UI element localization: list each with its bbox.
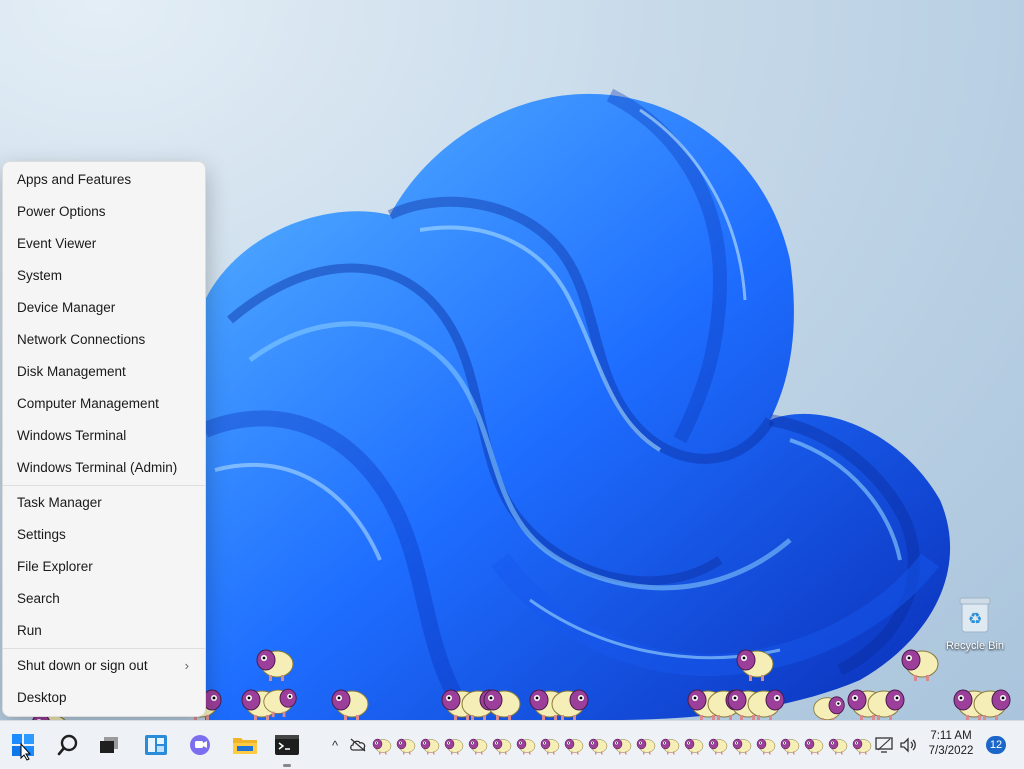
display-tray-button[interactable] (873, 734, 895, 756)
tray-sheep-icon[interactable] (612, 735, 632, 755)
tray-sheep-icon[interactable] (540, 735, 560, 755)
notification-count-badge[interactable]: 12 (986, 736, 1006, 754)
sheep-sprite-icon (900, 642, 940, 687)
menu-item-shut-down-or-sign-out[interactable]: Shut down or sign out › (3, 651, 205, 681)
menu-item-windows-terminal[interactable]: Windows Terminal (3, 421, 205, 451)
tray-sheep-icon[interactable] (732, 735, 752, 755)
monitor-icon (875, 737, 893, 753)
menu-item-run[interactable]: Run (3, 616, 205, 646)
sheep-sprite-icon (262, 682, 298, 720)
menu-item-apps-and-features[interactable]: Apps and Features (3, 165, 205, 195)
sheep-sprite-icon (550, 682, 590, 720)
tray-sheep-icon[interactable] (588, 735, 608, 755)
tray-sheep-icon[interactable] (420, 735, 440, 755)
search-icon (57, 734, 78, 756)
recycle-bin-icon: ♻ (959, 597, 991, 633)
clock-time: 7:11 AM (930, 730, 972, 742)
menu-item-event-viewer[interactable]: Event Viewer (3, 229, 205, 259)
tray-sheep-icon[interactable] (444, 735, 464, 755)
onedrive-tray-button[interactable] (347, 734, 369, 756)
terminal-button[interactable] (267, 721, 307, 769)
tray-sheep-icon[interactable] (804, 735, 824, 755)
task-view-icon (100, 737, 118, 753)
tray-sheep-icon[interactable] (780, 735, 800, 755)
volume-tray-button[interactable] (897, 734, 919, 756)
tray-sheep-icon[interactable] (636, 735, 656, 755)
widgets-button[interactable] (136, 721, 176, 769)
menu-item-task-manager[interactable]: Task Manager (3, 488, 205, 518)
sheep-sprite-icon (746, 682, 786, 720)
menu-divider (3, 648, 205, 649)
tray-sheep-icon[interactable] (852, 735, 872, 755)
tray-sheep-icon[interactable] (828, 735, 848, 755)
mouse-cursor-icon (20, 743, 32, 761)
menu-item-label: Shut down or sign out (17, 658, 148, 673)
sheep-sprite-icon (812, 690, 846, 720)
task-view-button[interactable] (89, 721, 129, 769)
menu-item-device-manager[interactable]: Device Manager (3, 293, 205, 323)
menu-item-file-explorer[interactable]: File Explorer (3, 552, 205, 582)
sheep-sprite-icon (482, 682, 522, 720)
menu-item-computer-management[interactable]: Computer Management (3, 389, 205, 419)
active-app-indicator (283, 764, 291, 767)
menu-item-desktop[interactable]: Desktop (3, 683, 205, 713)
sheep-sprite-icon (255, 642, 295, 687)
chevron-right-icon: › (184, 658, 189, 673)
menu-item-network-connections[interactable]: Network Connections (3, 325, 205, 355)
tray-sheep-icon[interactable] (756, 735, 776, 755)
widgets-icon (145, 735, 167, 755)
sheep-sprite-icon (330, 682, 370, 720)
menu-item-system[interactable]: System (3, 261, 205, 291)
tray-sheep-icon[interactable] (708, 735, 728, 755)
speaker-icon (900, 737, 916, 753)
tray-sheep-icon[interactable] (684, 735, 704, 755)
tray-sheep-icon[interactable] (660, 735, 680, 755)
tray-sheep-icon[interactable] (564, 735, 584, 755)
file-explorer-button[interactable] (225, 721, 265, 769)
tray-sheep-icon[interactable] (468, 735, 488, 755)
tray-sheep-icon[interactable] (396, 735, 416, 755)
terminal-icon (275, 735, 299, 755)
menu-item-settings[interactable]: Settings (3, 520, 205, 550)
start-button[interactable] (3, 721, 43, 769)
chevron-up-icon: ^ (331, 737, 339, 753)
file-explorer-icon (233, 738, 257, 754)
clock-date: 7/3/2022 (928, 745, 974, 757)
sheep-sprite-icon (972, 682, 1012, 720)
sheep-sprite-icon (735, 642, 775, 687)
menu-item-disk-management[interactable]: Disk Management (3, 357, 205, 387)
quick-link-menu: Apps and Features Power Options Event Vi… (2, 161, 206, 717)
tray-sheep-icon[interactable] (372, 735, 392, 755)
menu-item-power-options[interactable]: Power Options (3, 197, 205, 227)
menu-item-search[interactable]: Search (3, 584, 205, 614)
clock[interactable]: 7:11 AM 7/3/2022 (920, 729, 982, 759)
taskbar: ^ 7:11 AM 7/3/2022 12 (0, 720, 1024, 769)
tray-sheep-icon[interactable] (492, 735, 512, 755)
search-button[interactable] (48, 721, 88, 769)
tray-sheep-icon[interactable] (516, 735, 536, 755)
recycle-bin[interactable]: ♻ Recycle Bin (935, 596, 1015, 652)
menu-item-windows-terminal-admin[interactable]: Windows Terminal (Admin) (3, 453, 205, 483)
teams-chat-icon (190, 735, 210, 755)
sheep-sprite-icon (866, 682, 906, 720)
recycle-bin-label: Recycle Bin (945, 640, 1005, 652)
menu-divider (3, 485, 205, 486)
onedrive-offline-icon (350, 738, 366, 752)
svg-text:♻: ♻ (968, 609, 982, 628)
chat-button[interactable] (180, 721, 220, 769)
show-hidden-icons-button[interactable]: ^ (324, 734, 346, 756)
